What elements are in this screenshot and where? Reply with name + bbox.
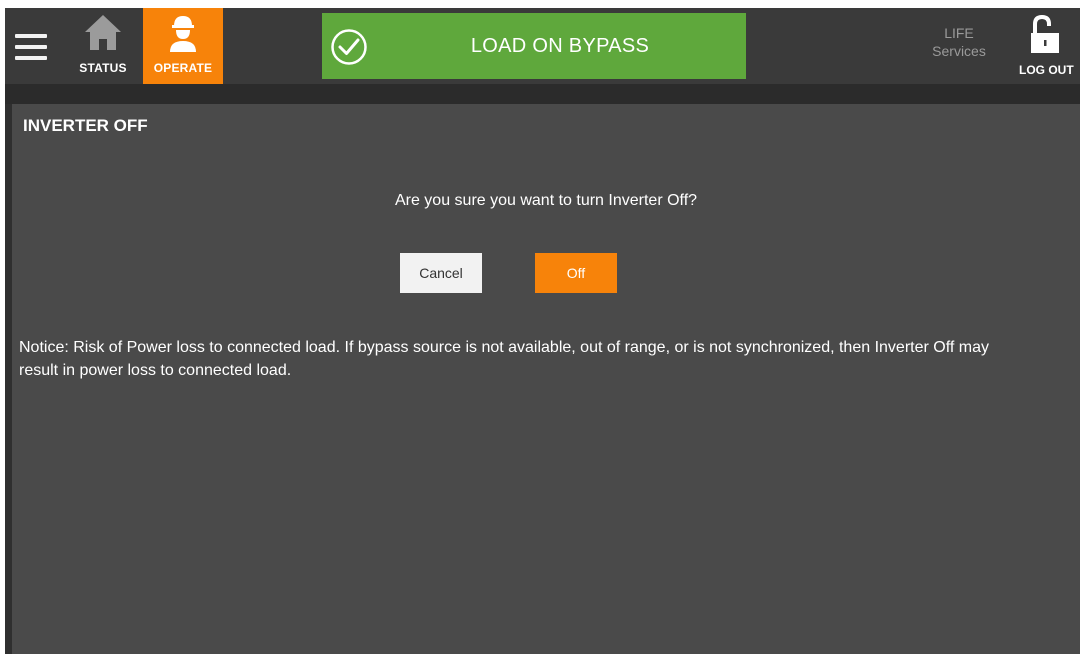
logout-button[interactable]: LOG OUT (1017, 8, 1080, 84)
unlocked-padlock-icon (1031, 14, 1059, 53)
home-icon (85, 15, 121, 50)
nav-label-operate: OPERATE (153, 61, 213, 75)
top-bar: STATUS OPERATE LOAD ON BYPASS LIFE Servi… (5, 8, 1080, 96)
nav-tab-status[interactable]: STATUS (63, 8, 143, 84)
notice-text: Notice: Risk of Power loss to connected … (19, 339, 989, 379)
operator-icon (170, 16, 196, 52)
confirmation-question: Are you sure you want to turn Inverter O… (394, 192, 698, 209)
page-title: INVERTER OFF (23, 116, 148, 135)
header-divider (5, 84, 1080, 104)
nav-tab-operate[interactable]: OPERATE (143, 8, 223, 96)
services-label: Services (932, 43, 986, 59)
app-frame: STATUS OPERATE LOAD ON BYPASS LIFE Servi… (5, 8, 1080, 654)
nav-label-status: STATUS (79, 61, 127, 75)
life-services-link[interactable]: LIFE Services (929, 24, 989, 60)
cancel-button[interactable]: Cancel (400, 253, 482, 293)
off-button[interactable]: Off (535, 253, 617, 293)
hamburger-menu-icon[interactable] (15, 34, 47, 60)
logout-label: LOG OUT (1019, 63, 1074, 77)
status-banner: LOAD ON BYPASS (322, 13, 746, 79)
life-label: LIFE (944, 25, 974, 41)
status-text: LOAD ON BYPASS (470, 35, 650, 57)
dialog-panel: INVERTER OFF Are you sure you want to tu… (12, 104, 1080, 654)
